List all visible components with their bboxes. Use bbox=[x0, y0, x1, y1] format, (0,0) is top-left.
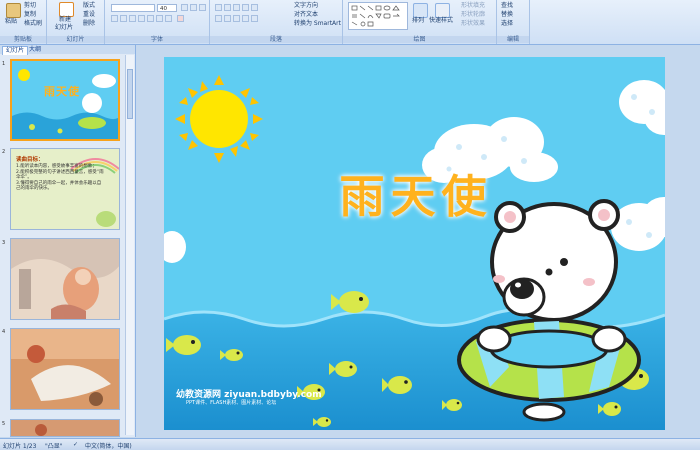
font-name-combo[interactable] bbox=[111, 4, 155, 12]
clipboard-group-label: 剪贴板 bbox=[0, 36, 46, 43]
quick-styles-button[interactable]: 快速样式 bbox=[429, 17, 453, 24]
slide-title[interactable]: 雨天使 bbox=[296, 160, 536, 225]
slide-thumbnail-5[interactable] bbox=[10, 419, 120, 437]
thumbnail-scrollbar[interactable] bbox=[125, 55, 134, 435]
tab-outline[interactable]: 大纲 bbox=[26, 46, 44, 54]
slide-1[interactable]: 雨天使 幼教资源网 ziyuan.bdbyby.com PPT课件、FLASH素… bbox=[164, 57, 665, 430]
thumbnail-1-title: 雨天使 bbox=[44, 85, 80, 98]
font-size-combo[interactable]: 40 bbox=[157, 4, 177, 12]
font-group-label: 字体 bbox=[105, 36, 209, 43]
case-icon[interactable] bbox=[165, 15, 172, 22]
slide-number: 1 bbox=[2, 61, 6, 67]
align-left-icon[interactable] bbox=[215, 15, 222, 22]
slide-number: 3 bbox=[2, 240, 6, 246]
new-slide-button[interactable]: 新建 bbox=[59, 16, 71, 23]
cut-button[interactable]: 剪切 bbox=[24, 2, 36, 9]
shapes-gallery[interactable] bbox=[348, 2, 408, 30]
thumbnail-4-image bbox=[11, 329, 119, 409]
thumbnail-2-line: 3.懂得要自己的雨伞一起，并体会乐趣以自己的雨伞的快乐。 bbox=[16, 180, 102, 192]
clear-format-icon[interactable] bbox=[199, 4, 206, 11]
shape-fill-button[interactable]: 形状填充 bbox=[461, 2, 485, 9]
slide-thumbnail-4[interactable] bbox=[10, 328, 120, 410]
format-painter-button[interactable]: 格式刷 bbox=[24, 20, 42, 27]
thumbnail-2-heading: 读曲目标： bbox=[16, 157, 44, 163]
thumbnail-2-line: 2.能积极完整的句子讲述西西童言，感受“雨伞伞”。 bbox=[16, 169, 104, 181]
select-button[interactable]: 选择 bbox=[501, 20, 513, 27]
shapes-gallery-icons bbox=[351, 5, 400, 27]
thumbnail-3-image bbox=[11, 239, 119, 319]
increase-indent-icon[interactable] bbox=[242, 4, 249, 11]
pane-tabs: 幻灯片 大纲 bbox=[0, 45, 135, 55]
thumbnail-1-image bbox=[12, 61, 118, 139]
thumbnail-2-body: 1.能听读本内容，感受故事丰富的想象； 2.能积极完整的句子讲述西西童言，感受“… bbox=[16, 164, 104, 192]
strikethrough-icon[interactable] bbox=[138, 15, 145, 22]
slide-thumbnail-1[interactable]: 雨天使 bbox=[10, 59, 120, 141]
paste-icon[interactable] bbox=[6, 3, 21, 18]
align-center-icon[interactable] bbox=[224, 15, 231, 22]
arrange-button[interactable]: 排列 bbox=[412, 17, 424, 24]
align-text-button[interactable]: 对齐文本 bbox=[294, 11, 318, 18]
numbering-icon[interactable] bbox=[224, 4, 231, 11]
bold-icon[interactable] bbox=[111, 15, 118, 22]
new-slide-icon[interactable] bbox=[59, 2, 74, 17]
paragraph-group-label: 段落 bbox=[210, 36, 342, 43]
slides-pane: 幻灯片 大纲 1 雨天使 2 读曲目标： 1.能听读本内容，感受故事丰富的想象；… bbox=[0, 45, 136, 437]
justify-icon[interactable] bbox=[242, 15, 249, 22]
copy-button[interactable]: 复制 bbox=[24, 11, 36, 18]
layout-button[interactable]: 版式 bbox=[83, 2, 95, 9]
shape-effects-button[interactable]: 形状效果 bbox=[461, 20, 485, 27]
drawing-group: 排列 快速样式 形状填充 形状轮廓 形状效果 绘图 bbox=[343, 0, 497, 44]
new-slide-button-line2[interactable]: 幻灯片 bbox=[55, 24, 73, 31]
reset-button[interactable]: 重设 bbox=[83, 11, 95, 18]
clipboard-group: 粘贴 剪切 复制 格式刷 剪贴板 bbox=[0, 0, 47, 44]
grow-font-icon[interactable] bbox=[181, 4, 188, 11]
italic-icon[interactable] bbox=[120, 15, 127, 22]
status-bar: 幻灯片 1/23 "凸显" ✓ 中文(简体，中国) bbox=[0, 438, 700, 450]
convert-smartart-button[interactable]: 转换为 SmartArt bbox=[294, 20, 341, 27]
slides-group: 新建 幻灯片 版式 重设 删除 幻灯片 bbox=[47, 0, 105, 44]
quick-styles-icon[interactable] bbox=[435, 3, 450, 18]
slide-background bbox=[164, 57, 665, 430]
slide-thumbnail-2[interactable]: 读曲目标： 1.能听读本内容，感受故事丰富的想象； 2.能积极完整的句子讲述西西… bbox=[10, 148, 120, 230]
scrollbar-thumb[interactable] bbox=[127, 69, 133, 119]
paste-button[interactable]: 粘贴 bbox=[5, 18, 17, 25]
shape-outline-button[interactable]: 形状轮廓 bbox=[461, 11, 485, 18]
line-spacing-icon[interactable] bbox=[251, 4, 258, 11]
thumbnail-2-line: 1.能听读本内容，感受故事丰富的想象； bbox=[16, 164, 97, 169]
align-right-icon[interactable] bbox=[233, 15, 240, 22]
bullets-icon[interactable] bbox=[215, 4, 222, 11]
text-direction-button[interactable]: 文字方向 bbox=[294, 2, 318, 9]
ribbon: 粘贴 剪切 复制 格式刷 剪贴板 新建 幻灯片 版式 重设 删除 幻灯片 40 … bbox=[0, 0, 700, 45]
font-group: 40 字体 bbox=[105, 0, 210, 44]
font-color-icon[interactable] bbox=[177, 15, 184, 22]
editing-group-label: 编辑 bbox=[497, 36, 529, 43]
slides-group-label: 幻灯片 bbox=[47, 36, 104, 43]
find-button[interactable]: 查找 bbox=[501, 2, 513, 9]
slide-number: 2 bbox=[2, 149, 6, 155]
underline-icon[interactable] bbox=[129, 15, 136, 22]
columns-icon[interactable] bbox=[251, 15, 258, 22]
tab-slides[interactable]: 幻灯片 bbox=[2, 46, 29, 55]
shadow-icon[interactable] bbox=[147, 15, 154, 22]
watermark-sub: PPT课件、FLASH素材、图片素材、论坛 bbox=[186, 400, 277, 406]
replace-button[interactable]: 替换 bbox=[501, 11, 513, 18]
delete-button[interactable]: 删除 bbox=[83, 20, 95, 27]
arrange-icon[interactable] bbox=[413, 3, 428, 18]
slide-thumbnail-3[interactable] bbox=[10, 238, 120, 320]
slide-canvas: 雨天使 幼教资源网 ziyuan.bdbyby.com PPT课件、FLASH素… bbox=[136, 45, 700, 437]
slide-number: 5 bbox=[2, 421, 6, 427]
paragraph-group: 文字方向 对齐文本 转换为 SmartArt 段落 bbox=[210, 0, 343, 44]
drawing-group-label: 绘图 bbox=[343, 36, 496, 43]
slide-number: 4 bbox=[2, 329, 6, 335]
editing-group: 查找 替换 选择 编辑 bbox=[497, 0, 530, 44]
shrink-font-icon[interactable] bbox=[190, 4, 197, 11]
thumbnail-5-image bbox=[11, 420, 119, 436]
spellcheck-icon[interactable]: ✓ bbox=[73, 441, 78, 448]
decrease-indent-icon[interactable] bbox=[233, 4, 240, 11]
spacing-icon[interactable] bbox=[156, 15, 163, 22]
